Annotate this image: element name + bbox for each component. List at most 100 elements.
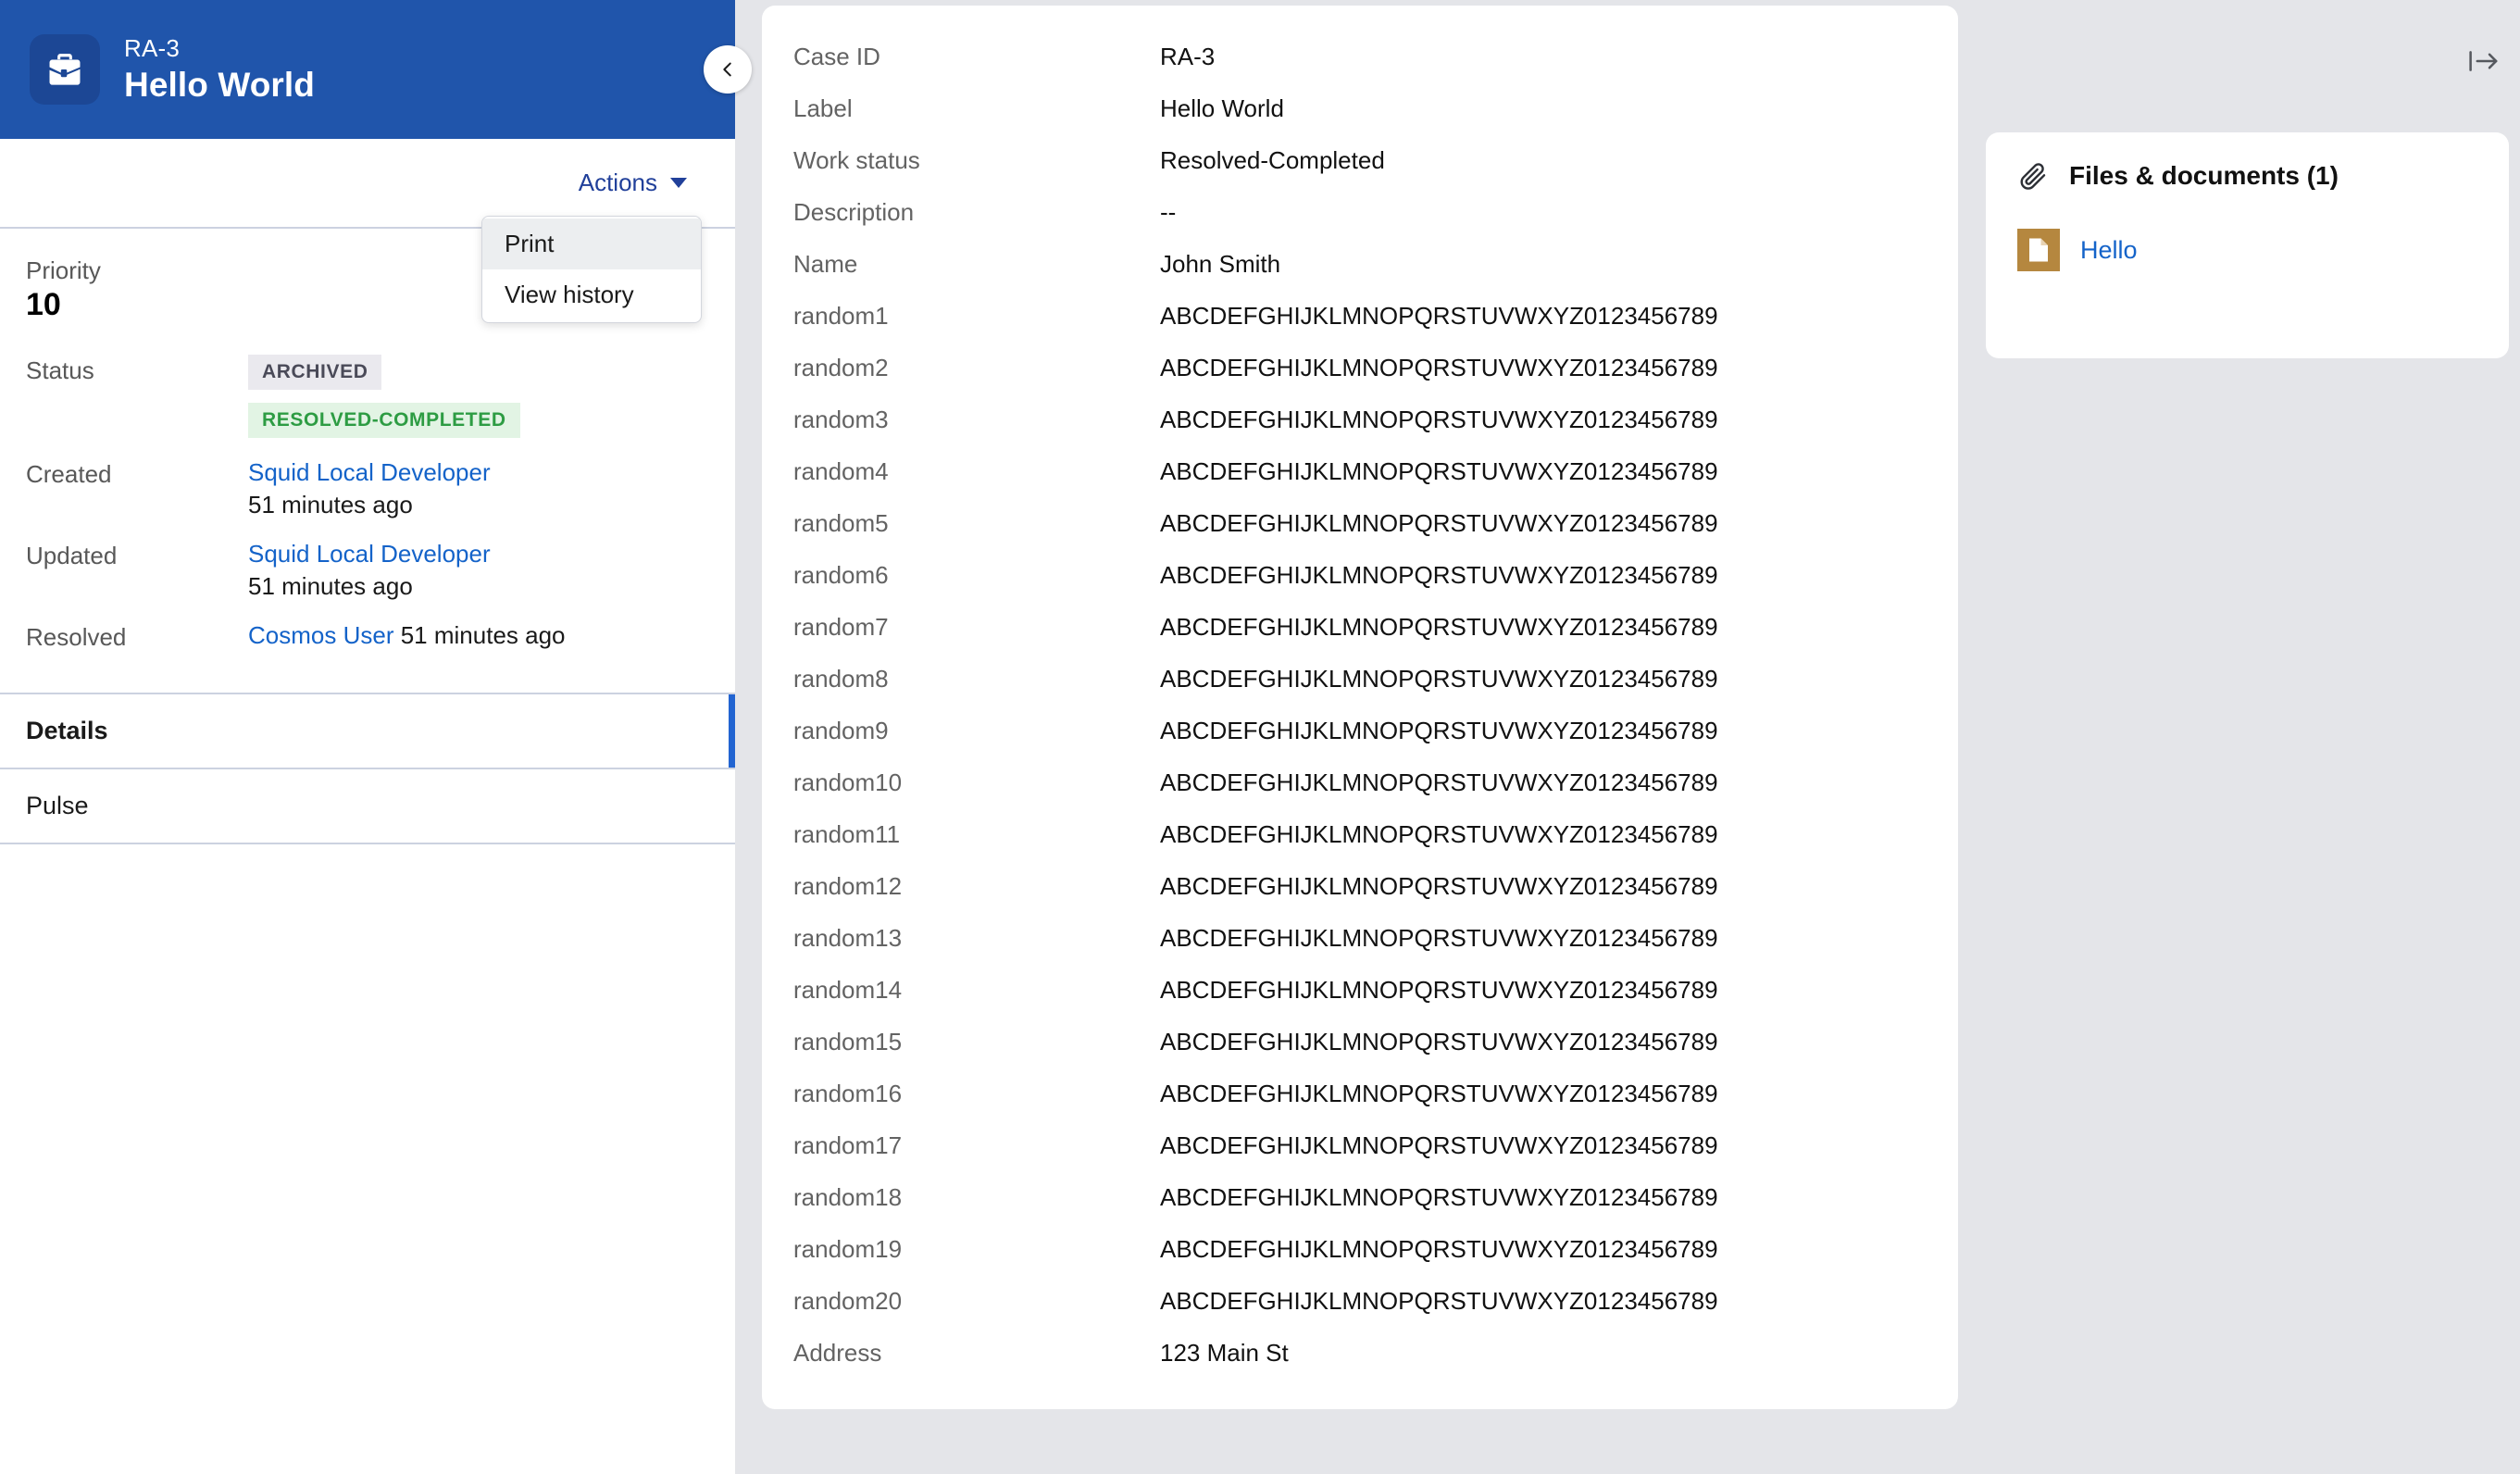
case-fields-list: Case ID RA-3 Label Hello World Work status Re… [793, 43, 1927, 1391]
sidebar-tabs: Details Pulse [0, 693, 735, 844]
created-value: Squid Local Developer 51 minutes ago [248, 458, 709, 519]
field-row: random14 ABCDEFGHIJKLMNOPQRSTUVWXYZ012345… [793, 976, 1927, 1028]
field-value: ABCDEFGHIJKLMNOPQRSTUVWXYZ0123456789 [1160, 1235, 1718, 1263]
resolved-time: 51 minutes ago [400, 621, 566, 649]
field-label: Label [793, 94, 853, 122]
field-value: ABCDEFGHIJKLMNOPQRSTUVWXYZ0123456789 [1160, 1028, 1718, 1056]
field-value: ABCDEFGHIJKLMNOPQRSTUVWXYZ0123456789 [1160, 1287, 1718, 1315]
tab-details-label: Details [26, 717, 108, 744]
files-and-documents-panel: Files & documents (1) Hello [1986, 132, 2509, 358]
field-value: RA-3 [1160, 43, 1216, 70]
field-value: 123 Main St [1160, 1339, 1289, 1367]
field-value: ABCDEFGHIJKLMNOPQRSTUVWXYZ0123456789 [1160, 406, 1718, 433]
menu-item-view-history[interactable]: View history [482, 269, 701, 320]
field-label: random18 [793, 1183, 903, 1211]
field-value: ABCDEFGHIJKLMNOPQRSTUVWXYZ0123456789 [1160, 457, 1718, 485]
paperclip-icon [2020, 163, 2046, 190]
updated-value: Squid Local Developer 51 minutes ago [248, 540, 709, 601]
created-user-link[interactable]: Squid Local Developer [248, 458, 491, 486]
field-row: random5 ABCDEFGHIJKLMNOPQRSTUVWXYZ0123456… [793, 509, 1927, 561]
field-value: ABCDEFGHIJKLMNOPQRSTUVWXYZ0123456789 [1160, 976, 1718, 1004]
updated-user-link[interactable]: Squid Local Developer [248, 540, 491, 568]
field-value: ABCDEFGHIJKLMNOPQRSTUVWXYZ0123456789 [1160, 1080, 1718, 1107]
field-label: random19 [793, 1235, 903, 1263]
file-link[interactable]: Hello [2080, 236, 2138, 265]
resolved-row: Resolved Cosmos User 51 minutes ago [0, 621, 735, 652]
created-label: Created [26, 460, 112, 488]
field-row: random20 ABCDEFGHIJKLMNOPQRSTUVWXYZ012345… [793, 1287, 1927, 1339]
field-row: random1 ABCDEFGHIJKLMNOPQRSTUVWXYZ0123456… [793, 302, 1927, 354]
field-row: random18 ABCDEFGHIJKLMNOPQRSTUVWXYZ012345… [793, 1183, 1927, 1235]
field-label: random16 [793, 1080, 903, 1107]
field-value: ABCDEFGHIJKLMNOPQRSTUVWXYZ0123456789 [1160, 354, 1718, 381]
field-label: random7 [793, 613, 889, 641]
updated-label: Updated [26, 542, 118, 569]
document-glyph [2029, 238, 2048, 262]
list-item[interactable]: Hello [2017, 229, 2477, 271]
field-label: random8 [793, 665, 889, 693]
actions-button-label: Actions [578, 169, 657, 196]
page-title: Hello World [124, 65, 315, 104]
resolved-user-link[interactable]: Cosmos User [248, 621, 393, 649]
collapse-right-panel-button[interactable] [2464, 41, 2504, 81]
field-row: random8 ABCDEFGHIJKLMNOPQRSTUVWXYZ0123456… [793, 665, 1927, 717]
tab-pulse-label: Pulse [26, 792, 89, 819]
field-value: ABCDEFGHIJKLMNOPQRSTUVWXYZ0123456789 [1160, 768, 1718, 796]
field-value: ABCDEFGHIJKLMNOPQRSTUVWXYZ0123456789 [1160, 665, 1718, 693]
files-panel-header: Files & documents (1) [2017, 160, 2477, 192]
case-header-text: RA-3 Hello World [124, 33, 315, 105]
field-row: random7 ABCDEFGHIJKLMNOPQRSTUVWXYZ0123456… [793, 613, 1927, 665]
status-badge-resolved: RESOLVED-COMPLETED [248, 403, 520, 438]
field-label: random13 [793, 924, 903, 952]
field-row: random4 ABCDEFGHIJKLMNOPQRSTUVWXYZ0123456… [793, 457, 1927, 509]
field-label: random1 [793, 302, 889, 330]
field-label: random3 [793, 406, 889, 433]
field-row: Work status Resolved-Completed [793, 146, 1927, 198]
panel-collapse-right-icon [2469, 51, 2498, 71]
menu-item-print[interactable]: Print [482, 219, 701, 269]
case-fields-card: Case ID RA-3 Label Hello World Work status Re… [762, 6, 1958, 1409]
field-value: ABCDEFGHIJKLMNOPQRSTUVWXYZ0123456789 [1160, 613, 1718, 641]
field-value: ABCDEFGHIJKLMNOPQRSTUVWXYZ0123456789 [1160, 1183, 1718, 1211]
created-row: Created Squid Local Developer 51 minutes… [0, 458, 735, 519]
field-row: Name John Smith [793, 250, 1927, 302]
status-values: ARCHIVED RESOLVED-COMPLETED [248, 355, 709, 438]
files-panel-title: Files & documents (1) [2069, 161, 2339, 190]
field-row: random19 ABCDEFGHIJKLMNOPQRSTUVWXYZ012345… [793, 1235, 1927, 1287]
field-row: Address 123 Main St [793, 1339, 1927, 1391]
field-value: ABCDEFGHIJKLMNOPQRSTUVWXYZ0123456789 [1160, 509, 1718, 537]
field-label: Case ID [793, 43, 880, 70]
field-label: random11 [793, 820, 901, 848]
field-label: random5 [793, 509, 889, 537]
status-label: Status [26, 356, 94, 384]
field-row: random17 ABCDEFGHIJKLMNOPQRSTUVWXYZ012345… [793, 1131, 1927, 1183]
field-label: random17 [793, 1131, 903, 1159]
case-id: RA-3 [124, 33, 181, 62]
document-icon [2017, 229, 2060, 271]
field-row: Label Hello World [793, 94, 1927, 146]
field-label: random15 [793, 1028, 903, 1056]
field-row: random11 ABCDEFGHIJKLMNOPQRSTUVWXYZ012345… [793, 820, 1927, 872]
field-label: Address [793, 1339, 882, 1367]
field-value: -- [1160, 198, 1177, 226]
actions-button[interactable]: Actions [579, 169, 687, 197]
chevron-left-icon [723, 62, 731, 77]
updated-time: 51 minutes ago [248, 572, 413, 600]
field-value: ABCDEFGHIJKLMNOPQRSTUVWXYZ0123456789 [1160, 717, 1718, 744]
field-row: random9 ABCDEFGHIJKLMNOPQRSTUVWXYZ0123456… [793, 717, 1927, 768]
collapse-sidebar-button[interactable] [704, 45, 752, 94]
tab-pulse[interactable]: Pulse [0, 769, 735, 844]
tab-details[interactable]: Details [0, 694, 735, 769]
created-time: 51 minutes ago [248, 491, 413, 518]
field-label: random10 [793, 768, 903, 796]
field-label: random2 [793, 354, 889, 381]
field-label: Work status [793, 146, 920, 174]
briefcase-icon [30, 34, 100, 105]
field-row: random12 ABCDEFGHIJKLMNOPQRSTUVWXYZ012345… [793, 872, 1927, 924]
field-label: random14 [793, 976, 903, 1004]
field-value: Resolved-Completed [1160, 146, 1385, 174]
field-value: ABCDEFGHIJKLMNOPQRSTUVWXYZ0123456789 [1160, 1131, 1718, 1159]
status-badge-archived: ARCHIVED [248, 355, 382, 390]
field-row: random6 ABCDEFGHIJKLMNOPQRSTUVWXYZ0123456… [793, 561, 1927, 613]
field-value: ABCDEFGHIJKLMNOPQRSTUVWXYZ0123456789 [1160, 302, 1718, 330]
